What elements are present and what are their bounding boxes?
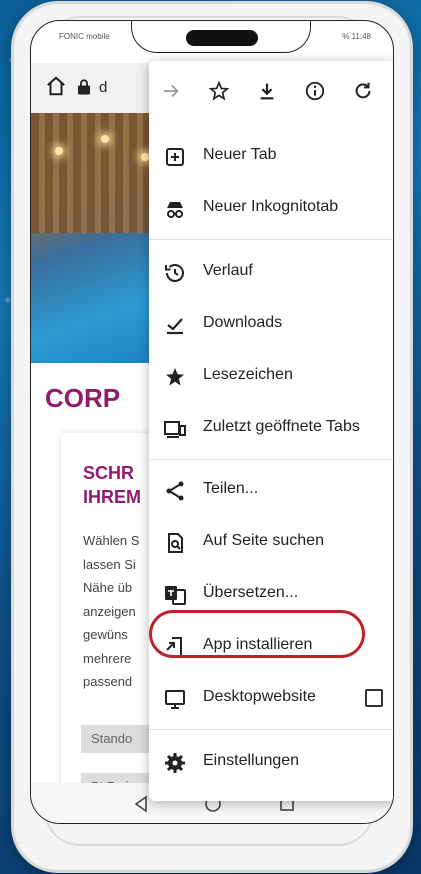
menu-toolbar — [149, 61, 393, 133]
menu-item-desktop-site[interactable]: Desktopwebsite — [149, 673, 393, 725]
menu-item-label: Neuer Inkognitotab — [203, 198, 339, 215]
back-icon[interactable] — [131, 794, 151, 814]
menu-item-label: Teilen... — [203, 480, 259, 497]
menu-item-settings[interactable]: Einstellungen — [149, 737, 393, 789]
menu-item-label: Desktopwebsite — [203, 688, 316, 705]
history-icon — [165, 264, 184, 282]
hero-wall — [31, 113, 151, 233]
desktop-icon — [165, 690, 185, 709]
share-icon — [166, 481, 184, 501]
downloads-icon — [167, 318, 183, 335]
menu-item-downloads[interactable]: Downloads — [149, 299, 393, 351]
url-text[interactable]: d — [99, 79, 107, 96]
hero-light — [141, 153, 149, 161]
menu-divider — [149, 459, 393, 460]
menu-item-label: Verlauf — [203, 262, 253, 279]
menu-item-label: Lesezeichen — [203, 366, 293, 383]
lock-icon — [78, 79, 90, 95]
menu-item-label: Auf Seite suchen — [203, 532, 324, 549]
download-icon[interactable] — [251, 75, 283, 107]
bookmarks-icon — [166, 368, 184, 386]
menu-item-bookmarks[interactable]: Lesezeichen — [149, 351, 393, 403]
menu-item-recent-tabs[interactable]: Zuletzt geöffnete Tabs — [149, 403, 393, 455]
hero-light — [101, 135, 109, 143]
menu-divider — [149, 729, 393, 730]
status-right-label: % 11:48 — [342, 32, 371, 41]
incognito-icon — [167, 202, 183, 218]
browser-overflow-menu: Neuer Tab Neuer Inkognitotab Verlauf Dow… — [149, 61, 393, 801]
home-button-icon[interactable] — [45, 75, 67, 97]
star-icon[interactable] — [203, 75, 235, 107]
settings-icon — [165, 753, 185, 773]
desktop-site-checkbox[interactable] — [365, 689, 383, 707]
menu-item-label: Downloads — [203, 314, 283, 331]
menu-item-history[interactable]: Verlauf — [149, 247, 393, 299]
translate-icon — [165, 586, 186, 605]
phone-frame: FONIC mobile % 11:48 d CORP SCHR IHREM W… — [14, 4, 410, 870]
menu-item-new-incognito-tab[interactable]: Neuer Inkognitotab — [149, 183, 393, 235]
menu-item-label: Übersetzen... — [203, 584, 299, 601]
find-in-page-icon — [168, 533, 183, 553]
menu-item-find-in-page[interactable]: Auf Seite suchen — [149, 517, 393, 569]
recent-tabs-icon — [164, 421, 186, 438]
menu-item-new-tab[interactable]: Neuer Tab — [149, 131, 393, 183]
menu-divider — [149, 239, 393, 240]
menu-item-label: Zuletzt geöffnete Tabs — [203, 418, 360, 435]
refresh-icon[interactable] — [347, 75, 379, 107]
carrier-label: FONIC mobile — [59, 32, 110, 41]
page-heading: CORP — [45, 383, 121, 413]
forward-icon[interactable] — [155, 75, 187, 107]
front-camera — [186, 30, 258, 46]
phone-screen: FONIC mobile % 11:48 d CORP SCHR IHREM W… — [30, 20, 394, 824]
menu-item-share[interactable]: Teilen... — [149, 465, 393, 517]
hero-light — [55, 147, 63, 155]
menu-item-label: Einstellungen — [203, 752, 300, 769]
new-tab-icon — [166, 148, 184, 166]
info-icon[interactable] — [299, 75, 331, 107]
menu-item-label: Neuer Tab — [203, 146, 277, 163]
highlight-annotation-ring — [149, 610, 365, 658]
